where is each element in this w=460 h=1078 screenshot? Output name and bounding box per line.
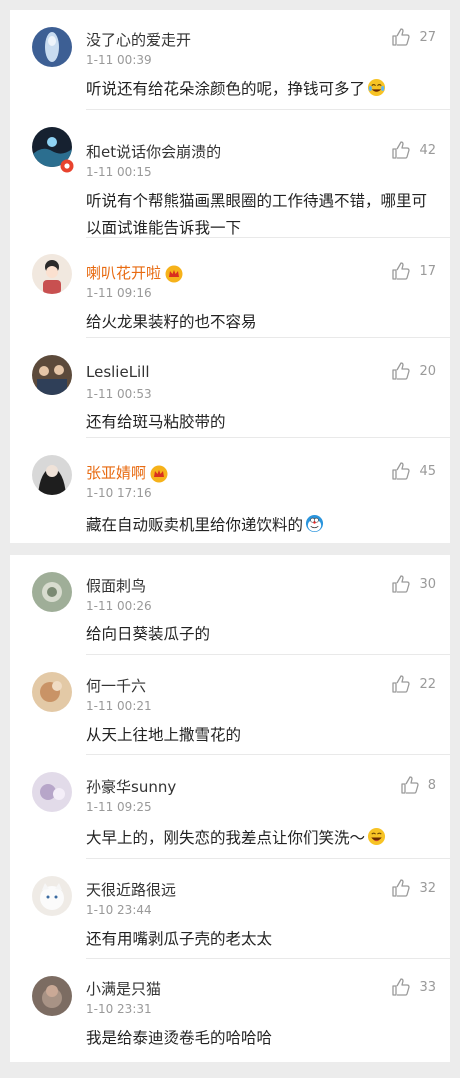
like-count: 22 (419, 676, 436, 692)
like-button[interactable]: 8 (400, 774, 436, 796)
avatar[interactable] (32, 976, 72, 1016)
comment-item: 假面刺鸟 1-11 00:26 给向日葵装瓜子的 30 (10, 555, 450, 655)
username[interactable]: 没了心的爱走开 (86, 29, 191, 50)
thumbs-up-icon (401, 776, 419, 794)
comment-item: 和et说话你会崩溃的 1-11 00:15 听说有个帮熊猫画黑眼圈的工作待遇不错… (10, 110, 450, 238)
thumbs-up-icon (392, 575, 411, 593)
comment-text: 还有给斑马粘胶带的 (86, 413, 226, 431)
timestamp: 1-11 00:39 (86, 53, 152, 67)
comment-item: 孙豪华sunny 1-11 09:25 大早上的，刚失恋的我差点让你们笑洗～ 8 (10, 755, 450, 859)
avatar[interactable] (32, 876, 72, 916)
comment-item: 小满是只猫 1-10 23:31 我是给泰迪烫卷毛的哈哈哈 33 (10, 959, 450, 1062)
crown-badge-icon (165, 265, 183, 282)
like-count: 45 (419, 463, 436, 479)
laugh-cry-emoji (367, 78, 386, 97)
comment-text: 听说还有给花朵涂颜色的呢，挣钱可多了 (86, 76, 436, 103)
comment-text: 从天上往地上撒雪花的 (86, 726, 242, 744)
timestamp: 1-11 00:26 (86, 599, 152, 613)
like-count: 17 (419, 263, 436, 279)
like-count: 20 (419, 363, 436, 379)
username[interactable]: 假面刺鸟 (86, 575, 146, 596)
comment-card-1: 没了心的爱走开 1-11 00:39 听说还有给花朵涂颜色的呢，挣钱可多了 27… (10, 10, 450, 543)
timestamp: 1-10 17:16 (86, 486, 152, 500)
like-count: 8 (427, 777, 436, 793)
thumbs-up-icon (392, 978, 411, 996)
timestamp: 1-11 00:53 (86, 387, 152, 401)
like-button[interactable]: 22 (391, 673, 436, 695)
comment-text: 听说有个帮熊猫画黑眼圈的工作待遇不错，哪里可以面试谁能告诉我一下 (86, 192, 428, 237)
like-button[interactable]: 17 (391, 260, 436, 282)
like-count: 42 (419, 142, 436, 158)
username[interactable]: LeslieLill (86, 363, 150, 381)
crown-badge-icon (150, 465, 168, 482)
avatar[interactable] (32, 455, 72, 495)
avatar[interactable] (32, 672, 72, 712)
username[interactable]: 张亚婧啊 (86, 462, 168, 483)
username[interactable]: 何一千六 (86, 675, 146, 696)
thumbs-up-icon (392, 462, 411, 480)
thumbs-up-icon (392, 28, 411, 46)
username[interactable]: 和et说话你会崩溃的 (86, 141, 221, 162)
like-button[interactable]: 42 (391, 139, 436, 161)
like-button[interactable]: 32 (391, 877, 436, 899)
thumbs-up-icon (392, 141, 411, 159)
like-button[interactable]: 27 (391, 26, 436, 48)
username[interactable]: 喇叭花开啦 (86, 262, 183, 283)
thumbs-up-icon (392, 362, 411, 380)
badge-icon (60, 159, 74, 173)
like-button[interactable]: 30 (391, 573, 436, 595)
timestamp: 1-10 23:44 (86, 903, 152, 917)
timestamp: 1-11 00:15 (86, 165, 152, 179)
username[interactable]: 孙豪华sunny (86, 776, 176, 797)
laugh-emoji (367, 827, 386, 846)
comment-item: LeslieLill 1-11 00:53 还有给斑马粘胶带的 20 (10, 338, 450, 438)
like-count: 30 (419, 576, 436, 592)
like-count: 27 (419, 29, 436, 45)
timestamp: 1-11 09:16 (86, 286, 152, 300)
comment-text: 我是给泰迪烫卷毛的哈哈哈 (86, 1029, 273, 1047)
comment-text: 给火龙果装籽的也不容易 (86, 313, 257, 331)
thumbs-up-icon (392, 879, 411, 897)
username[interactable]: 天很近路很远 (86, 879, 176, 900)
username[interactable]: 小满是只猫 (86, 978, 161, 999)
comment-item: 张亚婧啊 1-10 17:16 藏在自动贩卖机里给你递饮料的 45 (10, 438, 450, 543)
like-count: 33 (419, 979, 436, 995)
like-button[interactable]: 20 (391, 360, 436, 382)
avatar[interactable] (32, 572, 72, 612)
like-button[interactable]: 45 (391, 460, 436, 482)
comment-item: 天很近路很远 1-10 23:44 还有用嘴剥瓜子壳的老太太 32 (10, 859, 450, 959)
comment-text: 还有用嘴剥瓜子壳的老太太 (86, 930, 273, 948)
timestamp: 1-10 23:31 (86, 1002, 152, 1016)
timestamp: 1-11 09:25 (86, 800, 152, 814)
comment-card-2: 假面刺鸟 1-11 00:26 给向日葵装瓜子的 30 何一千六 1-11 00… (10, 555, 450, 1062)
avatar[interactable] (32, 27, 72, 67)
comment-item: 没了心的爱走开 1-11 00:39 听说还有给花朵涂颜色的呢，挣钱可多了 27 (10, 10, 450, 110)
avatar[interactable] (32, 772, 72, 812)
doraemon-emoji (305, 514, 324, 533)
comment-text: 给向日葵装瓜子的 (86, 625, 211, 643)
comment-text: 藏在自动贩卖机里给你递饮料的 (86, 512, 436, 539)
thumbs-up-icon (392, 675, 411, 693)
like-button[interactable]: 33 (391, 976, 436, 998)
timestamp: 1-11 00:21 (86, 699, 152, 713)
like-count: 32 (419, 880, 436, 896)
avatar[interactable] (32, 355, 72, 395)
comment-item: 何一千六 1-11 00:21 从天上往地上撒雪花的 22 (10, 655, 450, 755)
thumbs-up-icon (392, 262, 411, 280)
comment-item: 喇叭花开啦 1-11 09:16 给火龙果装籽的也不容易 17 (10, 238, 450, 338)
comment-text: 大早上的，刚失恋的我差点让你们笑洗～ (86, 825, 436, 852)
avatar[interactable] (32, 254, 72, 294)
